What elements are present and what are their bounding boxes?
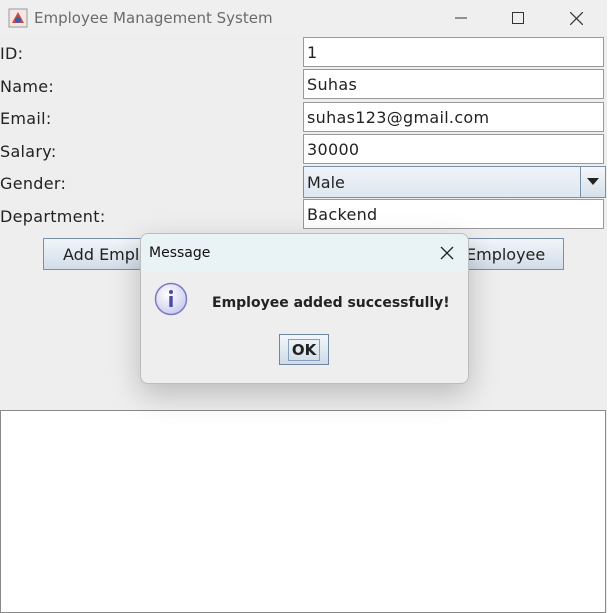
info-icon bbox=[154, 282, 188, 316]
close-button[interactable] bbox=[553, 0, 599, 36]
minimize-button[interactable] bbox=[438, 0, 484, 36]
dialog-title: Message bbox=[149, 245, 211, 261]
maximize-button[interactable] bbox=[495, 0, 541, 36]
close-icon bbox=[569, 11, 583, 25]
window-title: Employee Management System bbox=[34, 9, 273, 27]
gender-select[interactable]: Male bbox=[303, 166, 606, 198]
employee-action-label: Employee bbox=[466, 245, 546, 264]
dialog-title-bar[interactable]: Message bbox=[141, 234, 468, 271]
java-app-icon bbox=[8, 8, 28, 28]
minimize-icon bbox=[455, 17, 467, 19]
ok-label: OK bbox=[287, 338, 321, 361]
close-icon bbox=[440, 246, 454, 260]
name-label: Name: bbox=[0, 77, 55, 96]
maximize-icon bbox=[512, 12, 524, 24]
email-label: Email: bbox=[0, 109, 52, 128]
email-field[interactable]: suhas123@gmail.com bbox=[303, 102, 604, 132]
id-field[interactable]: 1 bbox=[303, 37, 604, 67]
message-dialog: Message Employee added successfully! OK bbox=[140, 233, 469, 384]
gender-label: Gender: bbox=[0, 174, 67, 193]
dialog-close-button[interactable] bbox=[435, 243, 459, 263]
name-field[interactable]: Suhas bbox=[303, 69, 604, 99]
desktop-edge bbox=[607, 0, 613, 613]
department-field[interactable]: Backend bbox=[303, 199, 604, 229]
output-text-area[interactable] bbox=[0, 410, 606, 613]
department-label: Department: bbox=[0, 207, 106, 226]
salary-field[interactable]: 30000 bbox=[303, 134, 604, 164]
gender-dropdown-button[interactable] bbox=[580, 167, 605, 197]
chevron-down-icon bbox=[587, 178, 599, 185]
gender-selected-value: Male bbox=[307, 173, 345, 192]
ok-button[interactable]: OK bbox=[279, 334, 329, 365]
dialog-message: Employee added successfully! bbox=[212, 295, 450, 311]
title-bar[interactable]: Employee Management System bbox=[0, 0, 607, 36]
salary-label: Salary: bbox=[0, 142, 57, 161]
id-label: ID: bbox=[0, 44, 24, 63]
